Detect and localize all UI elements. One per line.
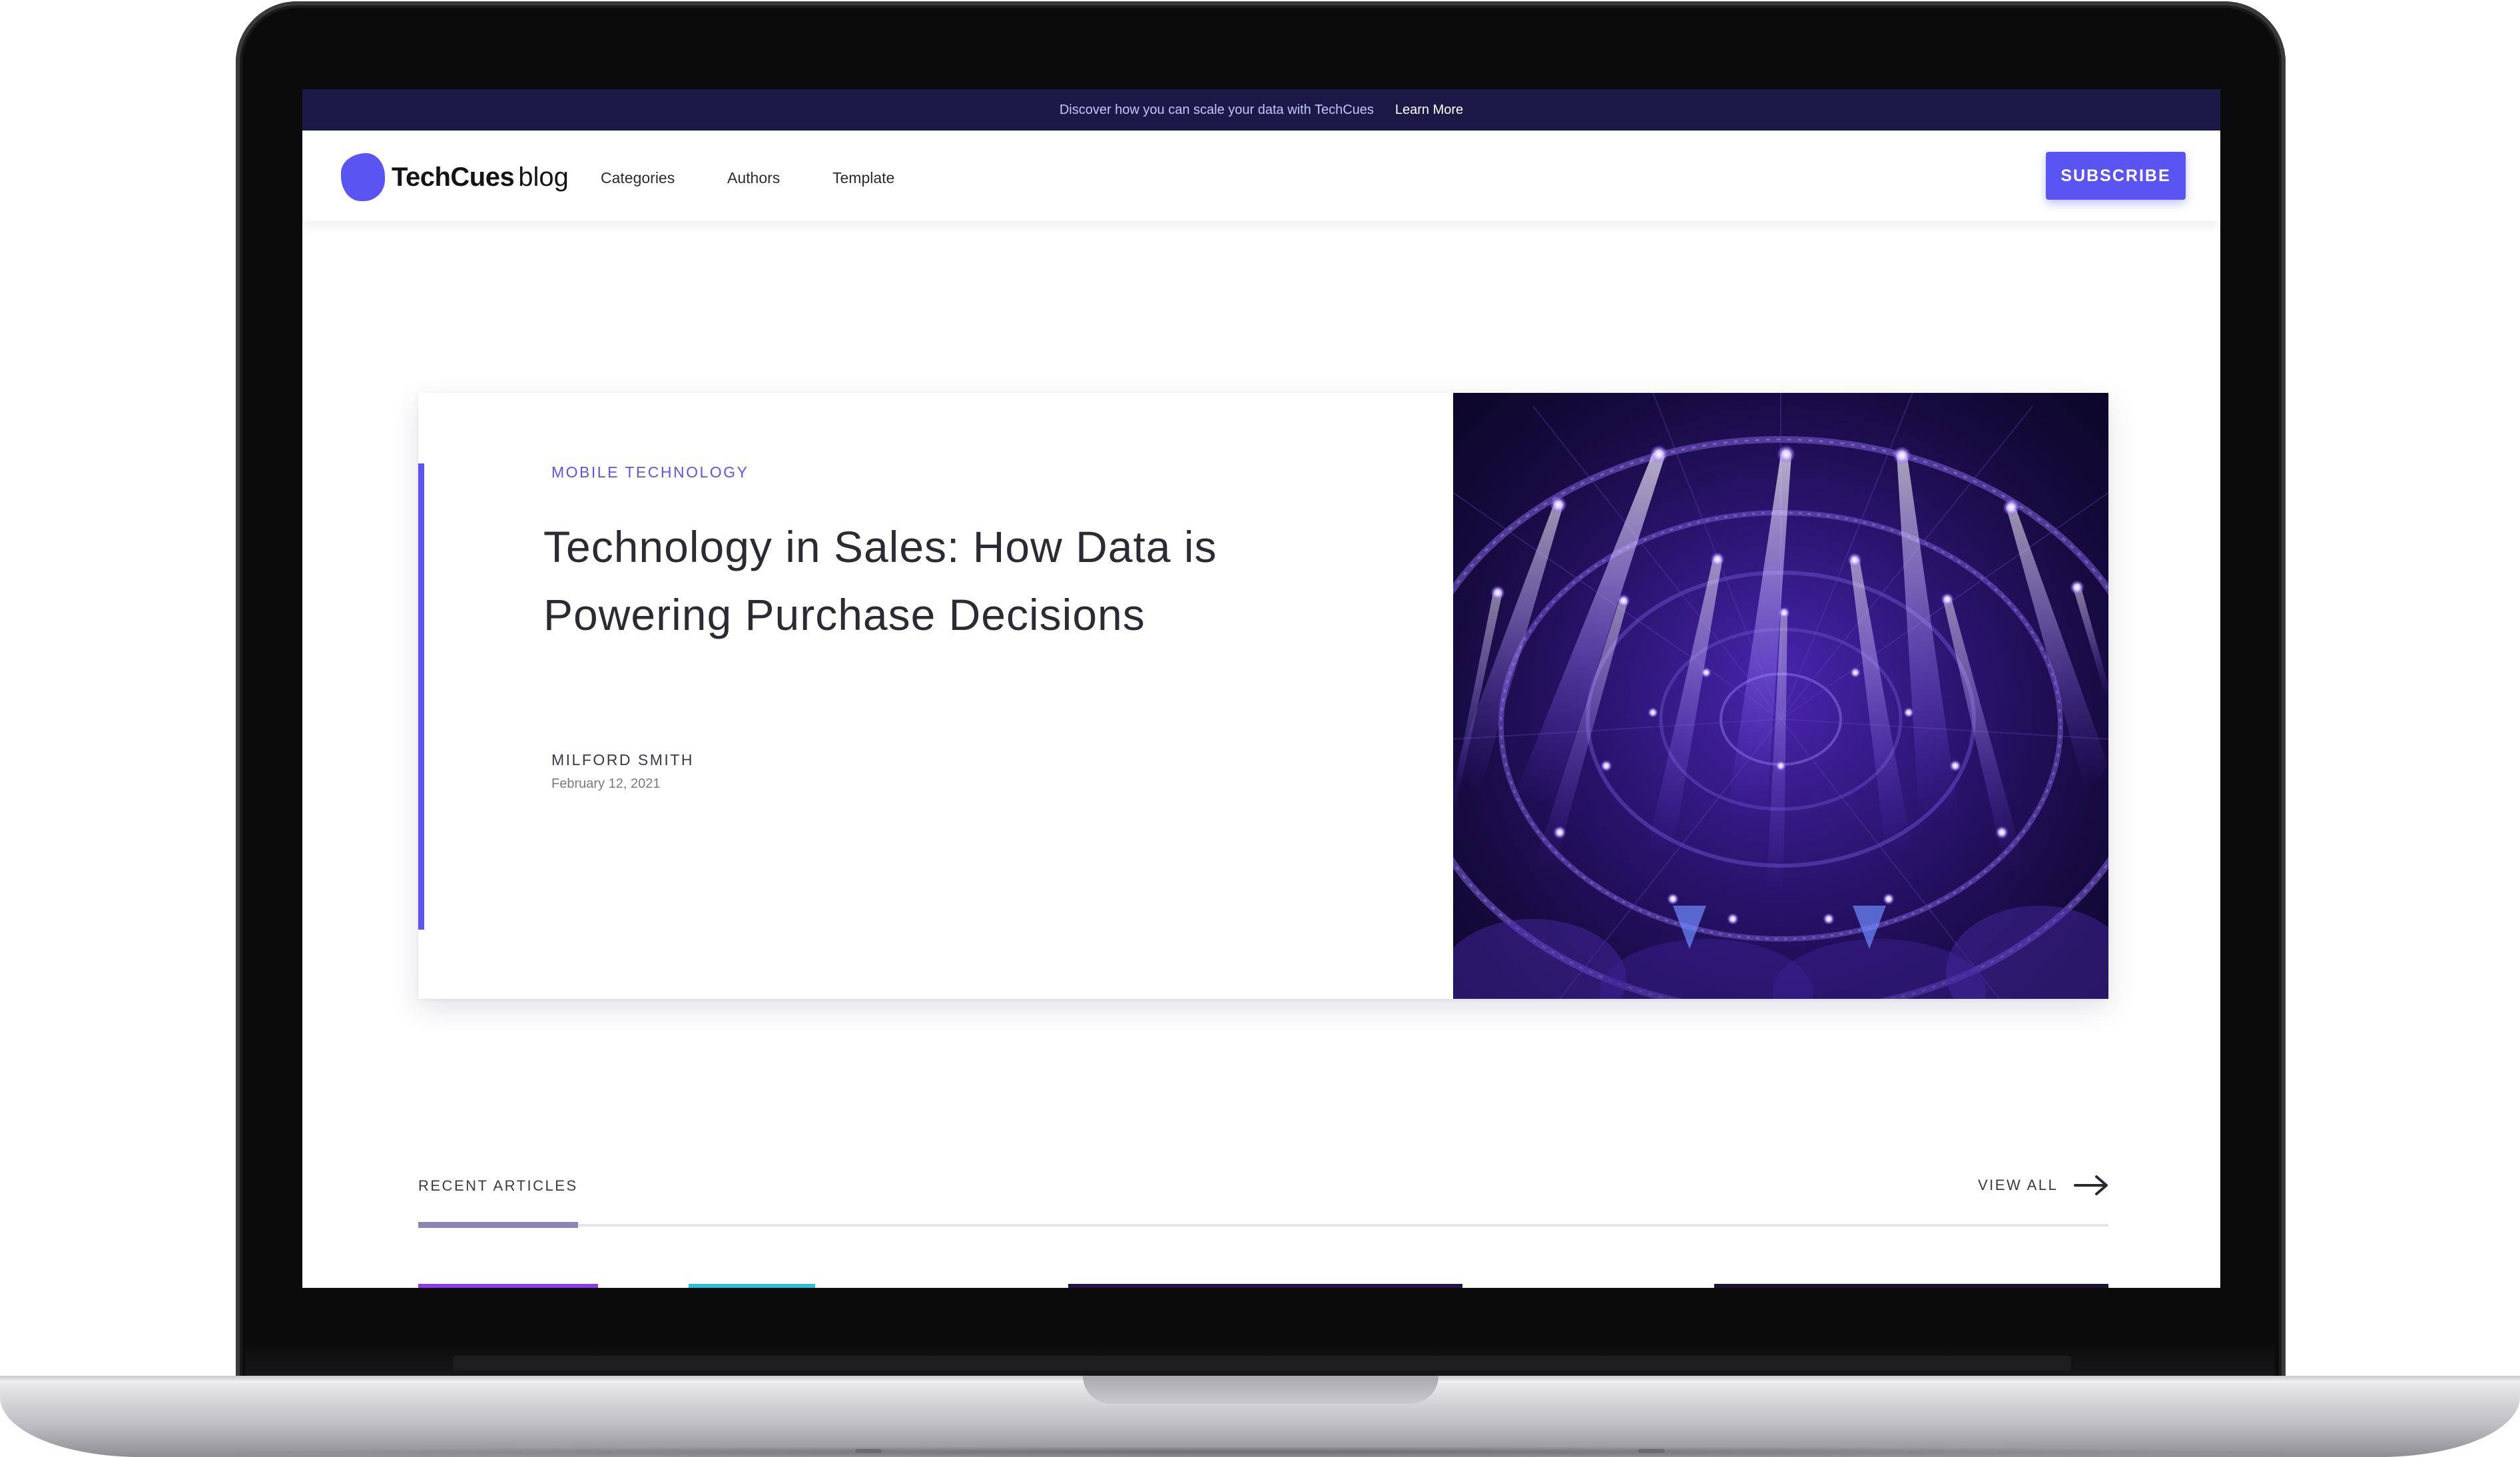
featured-accent-bar — [418, 463, 424, 930]
laptop-shadow — [200, 1446, 2320, 1457]
article-thumbnail-edge[interactable] — [1068, 1284, 1462, 1288]
nav-link-categories[interactable]: Categories — [601, 169, 675, 187]
stage-lights-illustration — [1453, 393, 2108, 999]
view-all-label: VIEW ALL — [1978, 1177, 2058, 1193]
logo-suffix: blog — [518, 162, 569, 192]
subscribe-button[interactable]: SUBSCRIBE — [2046, 152, 2186, 200]
nav-link-authors[interactable]: Authors — [727, 169, 780, 187]
laptop-hinge — [453, 1356, 2071, 1370]
logo-wordmark: TechCues — [392, 162, 515, 192]
article-thumbnail-edge[interactable] — [418, 1284, 598, 1288]
arrow-right-icon — [2074, 1175, 2108, 1195]
laptop-foot — [855, 1449, 882, 1453]
article-thumbnail-edge[interactable] — [689, 1284, 815, 1288]
section-divider — [418, 1224, 2108, 1227]
laptop-foot — [1638, 1449, 1665, 1453]
laptop-opening-notch — [1083, 1376, 1438, 1404]
featured-image[interactable] — [1453, 393, 2108, 999]
view-all-link[interactable]: VIEW ALL — [1978, 1171, 2108, 1200]
post-author[interactable]: MILFORD SMITH — [551, 751, 694, 769]
article-thumbnail-edge[interactable] — [1714, 1284, 2108, 1288]
post-category[interactable]: MOBILE TECHNOLOGY — [551, 463, 749, 481]
site-header: TechCues blog Categories Authors Template… — [302, 131, 2220, 221]
learn-more-link[interactable]: Learn More — [1395, 103, 1463, 118]
announcement-bar: Discover how you can scale your data wit… — [302, 89, 2220, 131]
browser-viewport: Discover how you can scale your data wit… — [302, 89, 2220, 1288]
site-logo[interactable]: TechCues blog — [341, 153, 569, 201]
announcement-text: Discover how you can scale your data wit… — [1059, 102, 1374, 117]
recent-articles-heading: RECENT ARTICLES — [418, 1177, 578, 1194]
logo-icon — [341, 153, 385, 201]
featured-post-card[interactable]: MOBILE TECHNOLOGY Technology in Sales: H… — [418, 393, 2108, 999]
post-title[interactable]: Technology in Sales: How Data is Powerin… — [543, 513, 1309, 649]
section-divider-highlight — [418, 1222, 578, 1228]
nav-link-template[interactable]: Template — [832, 169, 894, 187]
post-date: February 12, 2021 — [551, 776, 661, 791]
